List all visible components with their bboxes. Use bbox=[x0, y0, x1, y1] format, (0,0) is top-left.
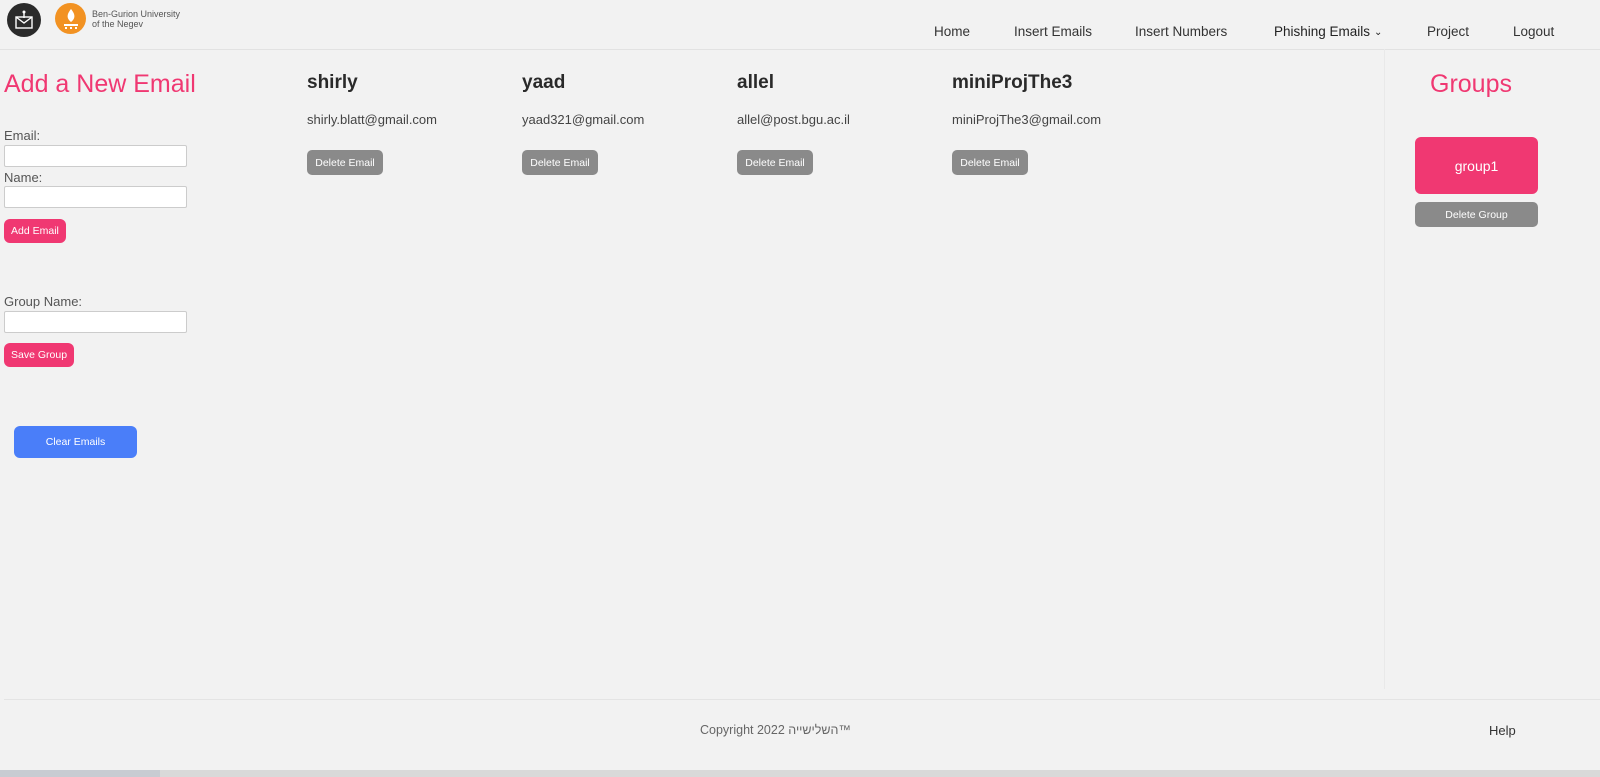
add-email-button[interactable]: Add Email bbox=[4, 219, 66, 243]
email-card-address: yaad321@gmail.com bbox=[522, 112, 645, 127]
university-name: Ben-Gurion University of the Negev bbox=[92, 9, 180, 29]
group-name-label: Group Name: bbox=[4, 294, 83, 309]
name-input[interactable] bbox=[4, 186, 187, 208]
university-name-line1: Ben-Gurion University bbox=[92, 9, 181, 19]
email-card-name: yaad bbox=[522, 72, 566, 93]
email-card-name: shirly bbox=[307, 72, 358, 93]
name-label: Name: bbox=[4, 170, 43, 185]
email-card-name: miniProjThe3 bbox=[952, 72, 1073, 93]
footer-copyright: Copyright 2022 השלישייה™ bbox=[700, 723, 851, 737]
email-card-address: shirly.blatt@gmail.com bbox=[307, 112, 437, 127]
email-input[interactable] bbox=[4, 145, 187, 167]
app-logo-mail-icon[interactable] bbox=[7, 3, 41, 37]
group-card-group1[interactable]: group1 bbox=[1415, 137, 1538, 194]
help-link[interactable]: Help bbox=[1489, 723, 1516, 738]
chevron-down-icon: ⌄ bbox=[1374, 27, 1383, 38]
email-card-name: allel bbox=[737, 72, 774, 93]
email-card: miniProjThe3 miniProjThe3@gmail.com Dele… bbox=[952, 72, 1152, 175]
bottom-scrollbar-thumb[interactable] bbox=[0, 770, 160, 777]
nav-project[interactable]: Project bbox=[1427, 24, 1469, 39]
email-card: yaad yaad321@gmail.com Delete Email bbox=[522, 72, 722, 175]
delete-email-button[interactable]: Delete Email bbox=[307, 150, 383, 175]
university-name-line2: of the Negev bbox=[92, 19, 144, 29]
delete-group-button[interactable]: Delete Group bbox=[1415, 202, 1538, 227]
groups-title: Groups bbox=[1430, 70, 1512, 98]
save-group-button[interactable]: Save Group bbox=[4, 343, 75, 367]
nav-insert-numbers[interactable]: Insert Numbers bbox=[1135, 24, 1227, 39]
nav-home[interactable]: Home bbox=[934, 24, 970, 39]
group-name-input[interactable] bbox=[4, 311, 187, 333]
email-card-address: allel@post.bgu.ac.il bbox=[737, 112, 850, 127]
delete-email-button[interactable]: Delete Email bbox=[737, 150, 813, 175]
clear-emails-button[interactable]: Clear Emails bbox=[14, 426, 137, 458]
email-label: Email: bbox=[4, 128, 41, 143]
nav-phishing-emails-label: Phishing Emails bbox=[1274, 24, 1371, 39]
nav-logout[interactable]: Logout bbox=[1513, 24, 1554, 39]
email-card: shirly shirly.blatt@gmail.com Delete Ema… bbox=[307, 72, 507, 175]
nav-phishing-emails-dropdown[interactable]: Phishing Emails ⌄ bbox=[1274, 24, 1382, 39]
delete-email-button[interactable]: Delete Email bbox=[522, 150, 598, 175]
add-email-title: Add a New Email bbox=[4, 70, 196, 98]
top-navbar: Ben-Gurion University of the Negev Home … bbox=[0, 0, 1600, 50]
bottom-scrollbar[interactable] bbox=[0, 770, 1600, 777]
email-card-address: miniProjThe3@gmail.com bbox=[952, 112, 1102, 127]
footer-divider bbox=[4, 699, 1600, 700]
bgu-logo-icon bbox=[55, 3, 86, 34]
email-card: allel allel@post.bgu.ac.il Delete Email bbox=[737, 72, 937, 175]
nav-insert-emails[interactable]: Insert Emails bbox=[1014, 24, 1092, 39]
delete-email-button[interactable]: Delete Email bbox=[952, 150, 1028, 175]
